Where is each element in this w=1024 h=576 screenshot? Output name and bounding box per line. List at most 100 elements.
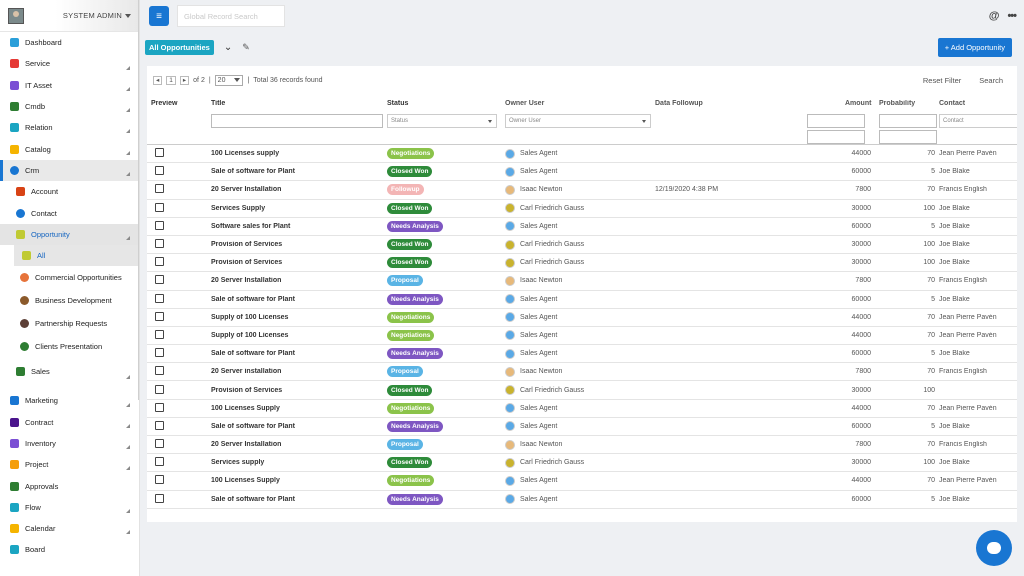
next-page-icon[interactable]: ▸ bbox=[179, 75, 190, 85]
probability-max-input[interactable] bbox=[879, 130, 937, 144]
table-row[interactable]: 20 Server installation Proposal Isaac Newt… bbox=[147, 363, 1017, 382]
sidebar-item-board[interactable]: Board bbox=[0, 539, 139, 560]
open-record-icon[interactable] bbox=[155, 329, 164, 339]
sidebar-item-catalog[interactable]: Catalog bbox=[0, 138, 139, 159]
sidebar-item-all[interactable]: All bbox=[14, 244, 139, 267]
add-opportunity-button[interactable]: + Add Opportunity bbox=[937, 37, 1012, 57]
more-icon[interactable]: ••• bbox=[1007, 10, 1017, 22]
sidebar-item-relation[interactable]: Relation bbox=[0, 117, 139, 138]
sidebar-item-business-development[interactable]: Business Development bbox=[0, 289, 139, 312]
sidebar-item-commercial-opportunities[interactable]: Commercial Opportunities bbox=[0, 266, 139, 289]
open-record-icon[interactable] bbox=[155, 275, 164, 285]
contact-filter-select[interactable]: Contact bbox=[939, 114, 1017, 128]
table-row[interactable]: Supply of 100 Licenses Negotiations Sales … bbox=[147, 327, 1017, 346]
title-cell[interactable]: 20 Server installation bbox=[211, 368, 387, 375]
open-record-icon[interactable] bbox=[155, 166, 164, 176]
open-record-icon[interactable] bbox=[155, 184, 164, 194]
title-cell[interactable]: Sale of software for Plant bbox=[211, 168, 387, 175]
sidebar-item-inventory[interactable]: Inventory bbox=[0, 433, 139, 454]
sidebar-item-clients-presentation[interactable]: Clients Presentation bbox=[0, 335, 139, 358]
title-cell[interactable]: 100 Licenses supply bbox=[211, 150, 387, 157]
status-filter-select[interactable]: Status bbox=[387, 114, 497, 128]
sidebar-item-it-asset[interactable]: IT Asset bbox=[0, 75, 139, 96]
open-record-icon[interactable] bbox=[155, 293, 164, 303]
avatar[interactable] bbox=[8, 7, 24, 24]
table-row[interactable]: Supply of 100 Licenses Negotiations Sales … bbox=[147, 309, 1017, 327]
owner-filter-select[interactable]: Owner User bbox=[505, 114, 651, 128]
sidebar-item-account[interactable]: Account bbox=[0, 181, 139, 202]
title-cell[interactable]: Sale of software for Plant bbox=[211, 423, 387, 430]
page-input[interactable]: 1 bbox=[166, 75, 176, 85]
table-row[interactable]: Provision of Services Closed Won Carl Frie… bbox=[147, 236, 1017, 255]
open-record-icon[interactable] bbox=[155, 420, 164, 430]
open-record-icon[interactable] bbox=[155, 202, 164, 212]
title-cell[interactable]: Sale of software for Plant bbox=[211, 496, 387, 503]
title-cell[interactable]: Sale of software for Plant bbox=[211, 296, 387, 303]
title-cell[interactable]: Provision of Services bbox=[211, 387, 387, 394]
sidebar-item-project[interactable]: Project bbox=[0, 454, 139, 475]
table-row[interactable]: 20 Server Installation Proposal Isaac Newt… bbox=[147, 436, 1017, 455]
table-row[interactable]: Sale of software for Plant Needs Analysis… bbox=[147, 418, 1017, 436]
title-cell[interactable]: Software sales for Plant bbox=[211, 223, 387, 230]
col-amount[interactable]: Amount bbox=[775, 100, 875, 107]
title-cell[interactable]: Supply of 100 Licenses bbox=[211, 314, 387, 321]
table-row[interactable]: Sale of software for Plant Needs Analysis… bbox=[147, 491, 1017, 509]
title-cell[interactable]: 20 Server Installation bbox=[211, 277, 387, 284]
open-record-icon[interactable] bbox=[155, 348, 164, 358]
sidebar-item-sales[interactable]: Sales bbox=[0, 358, 139, 384]
title-cell[interactable]: Supply of 100 Licenses bbox=[211, 332, 387, 339]
user-menu[interactable]: SYSTEM ADMIN bbox=[32, 11, 131, 20]
open-record-icon[interactable] bbox=[155, 366, 164, 376]
reset-filter-button[interactable]: Reset Filter bbox=[923, 76, 961, 85]
col-contact[interactable]: Contact bbox=[939, 100, 1017, 107]
col-status[interactable]: Status bbox=[387, 100, 505, 107]
edit-view-icon[interactable]: ✎ bbox=[242, 42, 250, 53]
open-record-icon[interactable] bbox=[155, 493, 164, 503]
sidebar-item-crm[interactable]: Crm bbox=[0, 159, 139, 182]
table-row[interactable]: 100 Licenses Supply Negotiations Sales Age… bbox=[147, 400, 1017, 418]
open-record-icon[interactable] bbox=[155, 148, 164, 158]
sidebar-item-contract[interactable]: Contract bbox=[0, 412, 139, 433]
sidebar-item-calendar[interactable]: Calendar bbox=[0, 518, 139, 539]
per-page-select[interactable]: 20 bbox=[214, 74, 244, 86]
sidebar-item-partnership-requests[interactable]: Partnership Requests bbox=[0, 312, 139, 335]
table-row[interactable]: 20 Server Installation Proposal Isaac Newt… bbox=[147, 272, 1017, 291]
open-record-icon[interactable] bbox=[155, 402, 164, 412]
title-cell[interactable]: 100 Licenses Supply bbox=[211, 405, 387, 412]
table-row[interactable]: 100 Licenses Supply Negotiations Sales Age… bbox=[147, 472, 1017, 491]
table-row[interactable]: Sale of software for Plant Needs Analysis… bbox=[147, 345, 1017, 364]
sidebar-item-approvals[interactable]: Approvals bbox=[0, 475, 139, 496]
title-cell[interactable]: Services supply bbox=[211, 459, 387, 466]
mention-icon[interactable]: @ bbox=[989, 10, 1000, 22]
title-cell[interactable]: Services Supply bbox=[211, 205, 387, 212]
chat-button[interactable] bbox=[976, 530, 1012, 566]
col-followup[interactable]: Data Followup bbox=[655, 100, 775, 107]
sidebar-item-opportunity[interactable]: Opportunity bbox=[0, 223, 139, 245]
table-row[interactable]: Provision of Services Closed Won Carl Frie… bbox=[147, 381, 1017, 400]
open-record-icon[interactable] bbox=[155, 257, 164, 267]
table-row[interactable]: Provision of Services Closed Won Carl Frie… bbox=[147, 254, 1017, 273]
table-row[interactable]: Sale of software for Plant Closed Won Sale… bbox=[147, 163, 1017, 182]
sidebar-item-service[interactable]: Service bbox=[0, 53, 139, 74]
title-cell[interactable]: 100 Licenses Supply bbox=[211, 477, 387, 484]
title-cell[interactable]: Sale of software for Plant bbox=[211, 350, 387, 357]
open-record-icon[interactable] bbox=[155, 384, 164, 394]
title-cell[interactable]: Provision of Services bbox=[211, 259, 387, 266]
open-record-icon[interactable] bbox=[155, 239, 164, 249]
amount-min-input[interactable] bbox=[807, 114, 865, 128]
sidebar-item-flow[interactable]: Flow bbox=[0, 497, 139, 518]
table-row[interactable]: 100 Licenses supply Negotiations Sales Age… bbox=[147, 145, 1017, 164]
open-record-icon[interactable] bbox=[155, 457, 164, 467]
sidebar-scrollbar[interactable] bbox=[138, 0, 139, 400]
title-cell[interactable]: 20 Server Installation bbox=[211, 186, 387, 193]
search-button[interactable]: Search bbox=[979, 76, 1003, 85]
col-probability[interactable]: Probability bbox=[875, 100, 939, 107]
first-page-icon[interactable]: ◂ bbox=[153, 75, 163, 85]
col-owner[interactable]: Owner User bbox=[505, 100, 655, 107]
table-row[interactable]: 20 Server Installation Followup Isaac Newt… bbox=[147, 181, 1017, 200]
global-search-input[interactable]: Global Record Search bbox=[177, 5, 285, 27]
table-row[interactable]: Services supply Closed Won Carl Friedrich … bbox=[147, 454, 1017, 473]
open-record-icon[interactable] bbox=[155, 220, 164, 230]
amount-max-input[interactable] bbox=[807, 130, 865, 144]
open-record-icon[interactable] bbox=[155, 439, 164, 449]
